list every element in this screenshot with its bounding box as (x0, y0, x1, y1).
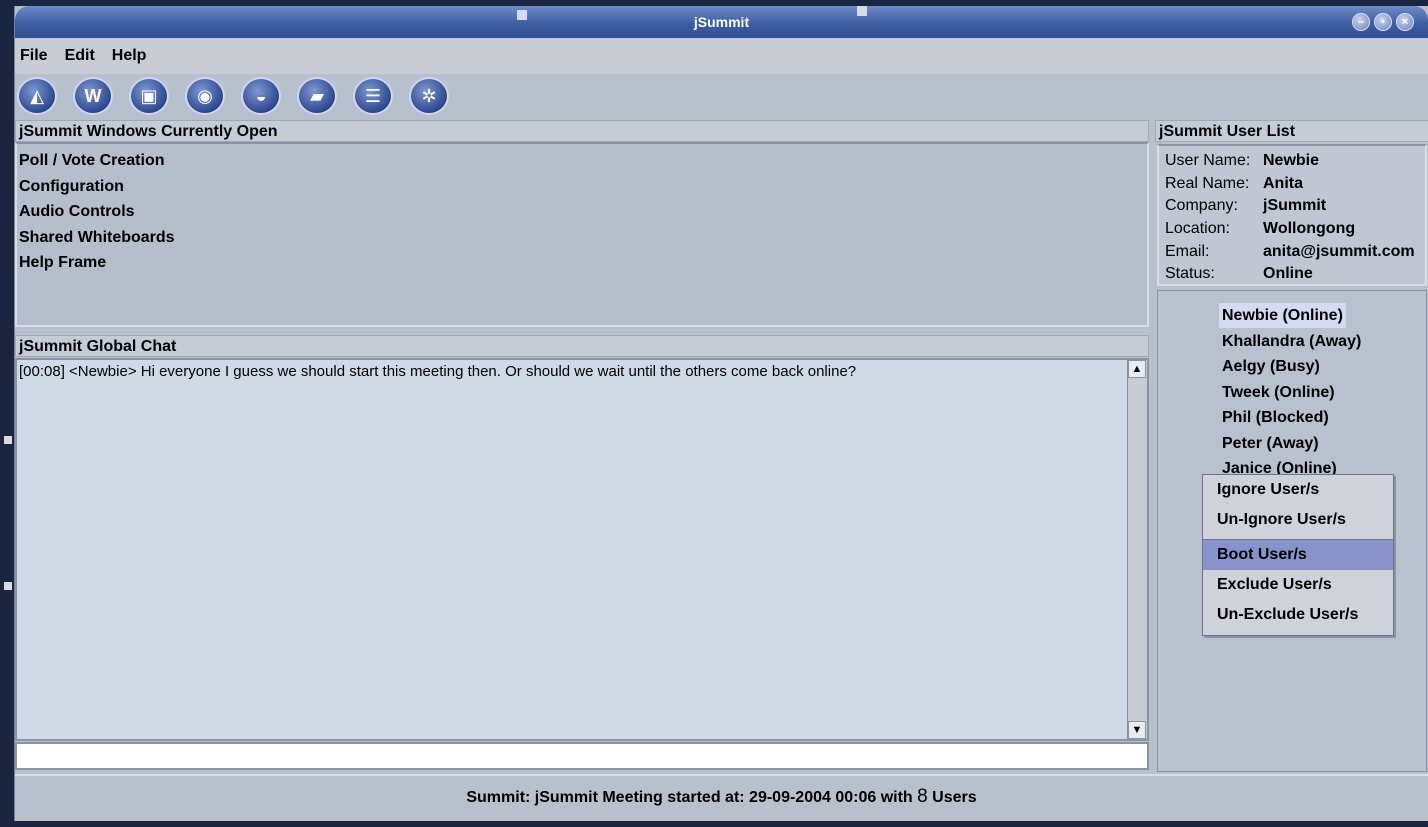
info-value: Online (1263, 265, 1313, 283)
background-decoration (857, 6, 867, 16)
title-bar[interactable]: jSummit – • × (15, 6, 1428, 38)
minimize-icon[interactable]: – (1352, 13, 1370, 31)
info-label: Real Name: (1165, 174, 1250, 192)
background-decoration (4, 436, 12, 444)
info-value: anita@jsummit.com (1263, 242, 1415, 260)
status-prefix: Summit: jSummit Meeting started at: 29-0… (466, 789, 918, 806)
menu-item-boot[interactable]: Boot User/s (1203, 540, 1393, 570)
user-list-item-khallandra[interactable]: Khallandra (Away) (1219, 329, 1364, 354)
user-list-item-aelgy[interactable]: Aelgy (Busy) (1219, 354, 1323, 379)
info-value: Wollongong (1263, 220, 1356, 238)
info-label: Company: (1165, 197, 1238, 215)
chat-message: [00:08] <Newbie> Hi everyone I guess we … (19, 363, 857, 380)
open-window-item-audio[interactable]: Audio Controls (19, 199, 1145, 225)
scroll-down-icon[interactable]: ▼ (1128, 721, 1146, 739)
documents-icon[interactable]: ▣ (129, 77, 169, 115)
info-value: Newbie (1263, 152, 1320, 169)
user-list-item-tweek[interactable]: Tweek (Online) (1219, 380, 1338, 405)
info-row-realname: Real Name: Anita (1165, 173, 1419, 196)
close-icon[interactable]: × (1396, 13, 1414, 31)
poll-icon[interactable]: ◭ (17, 77, 57, 115)
user-info-panel: User Name: Newbie Real Name: Anita Company… (1157, 144, 1427, 286)
info-row-status: Status: Online (1165, 263, 1419, 286)
audio-icon[interactable]: ◉ (185, 77, 225, 115)
user-list-header: jSummit User List (1155, 120, 1428, 142)
menu-edit[interactable]: Edit (65, 47, 95, 65)
info-value: jSummit (1263, 197, 1327, 215)
open-windows-list: Poll / Vote Creation Configuration Audio… (15, 142, 1149, 327)
scroll-up-icon[interactable]: ▲ (1128, 360, 1146, 378)
info-label: Location: (1165, 220, 1230, 238)
menu-item-unexclude[interactable]: Un-Exclude User/s (1203, 600, 1393, 630)
open-window-item-help[interactable]: Help Frame (19, 250, 1145, 276)
menu-help[interactable]: Help (112, 47, 147, 65)
global-chat-header: jSummit Global Chat (15, 335, 1149, 357)
info-row-company: Company: jSummit (1165, 195, 1419, 218)
settings-icon[interactable]: ✲ (409, 77, 449, 115)
maximize-icon[interactable]: • (1374, 13, 1392, 31)
window-controls: – • × (1352, 13, 1414, 31)
status-bar: Summit: jSummit Meeting started at: 29-0… (15, 774, 1428, 816)
toolbar: ◭ W ▣ ◉ ◒ ▰ ☰ ✲ (15, 74, 1428, 118)
info-label: Status: (1165, 265, 1215, 283)
open-window-item-whiteboards[interactable]: Shared Whiteboards (19, 225, 1145, 251)
open-window-item-configuration[interactable]: Configuration (19, 174, 1145, 200)
menu-item-ignore[interactable]: Ignore User/s (1203, 475, 1393, 505)
list-icon[interactable]: ☰ (353, 77, 393, 115)
user-list-item-newbie[interactable]: Newbie (Online) (1219, 303, 1346, 328)
folder-icon[interactable]: ▰ (297, 77, 337, 115)
info-label: User Name: (1165, 152, 1251, 169)
user-context-menu: Ignore User/s Un-Ignore User/s Boot User… (1202, 474, 1394, 636)
user-list-item-phil[interactable]: Phil (Blocked) (1219, 405, 1332, 430)
info-value: Anita (1263, 174, 1303, 192)
menu-bar: File Edit Help (15, 38, 1428, 74)
status-suffix: Users (927, 789, 977, 806)
info-row-email: Email: anita@jsummit.com (1165, 241, 1419, 264)
window-title: jSummit (693, 14, 750, 30)
user-list-item-peter[interactable]: Peter (Away) (1219, 431, 1322, 456)
info-row-location: Location: Wollongong (1165, 218, 1419, 241)
menu-file[interactable]: File (20, 47, 48, 65)
info-label: Email: (1165, 242, 1210, 260)
open-window-item-poll[interactable]: Poll / Vote Creation (19, 148, 1145, 174)
chat-input[interactable] (15, 742, 1149, 770)
app-window: jSummit – • × File Edit Help ◭ W ▣ ◉ ◒ ▰… (14, 6, 1428, 821)
status-user-count: 8 (917, 786, 928, 807)
open-windows-header: jSummit Windows Currently Open (15, 120, 1149, 142)
info-row-username: User Name: Newbie (1165, 150, 1419, 173)
whiteboard-icon[interactable]: W (73, 77, 113, 115)
chat-scrollbar[interactable]: ▲ ▼ (1127, 360, 1147, 739)
background-decoration (4, 582, 12, 590)
menu-item-unignore[interactable]: Un-Ignore User/s (1203, 505, 1393, 535)
chat-log[interactable]: [00:08] <Newbie> Hi everyone I guess we … (15, 358, 1149, 741)
chat-icon[interactable]: ◒ (241, 77, 281, 115)
menu-item-exclude[interactable]: Exclude User/s (1203, 570, 1393, 600)
background-decoration (517, 10, 527, 20)
